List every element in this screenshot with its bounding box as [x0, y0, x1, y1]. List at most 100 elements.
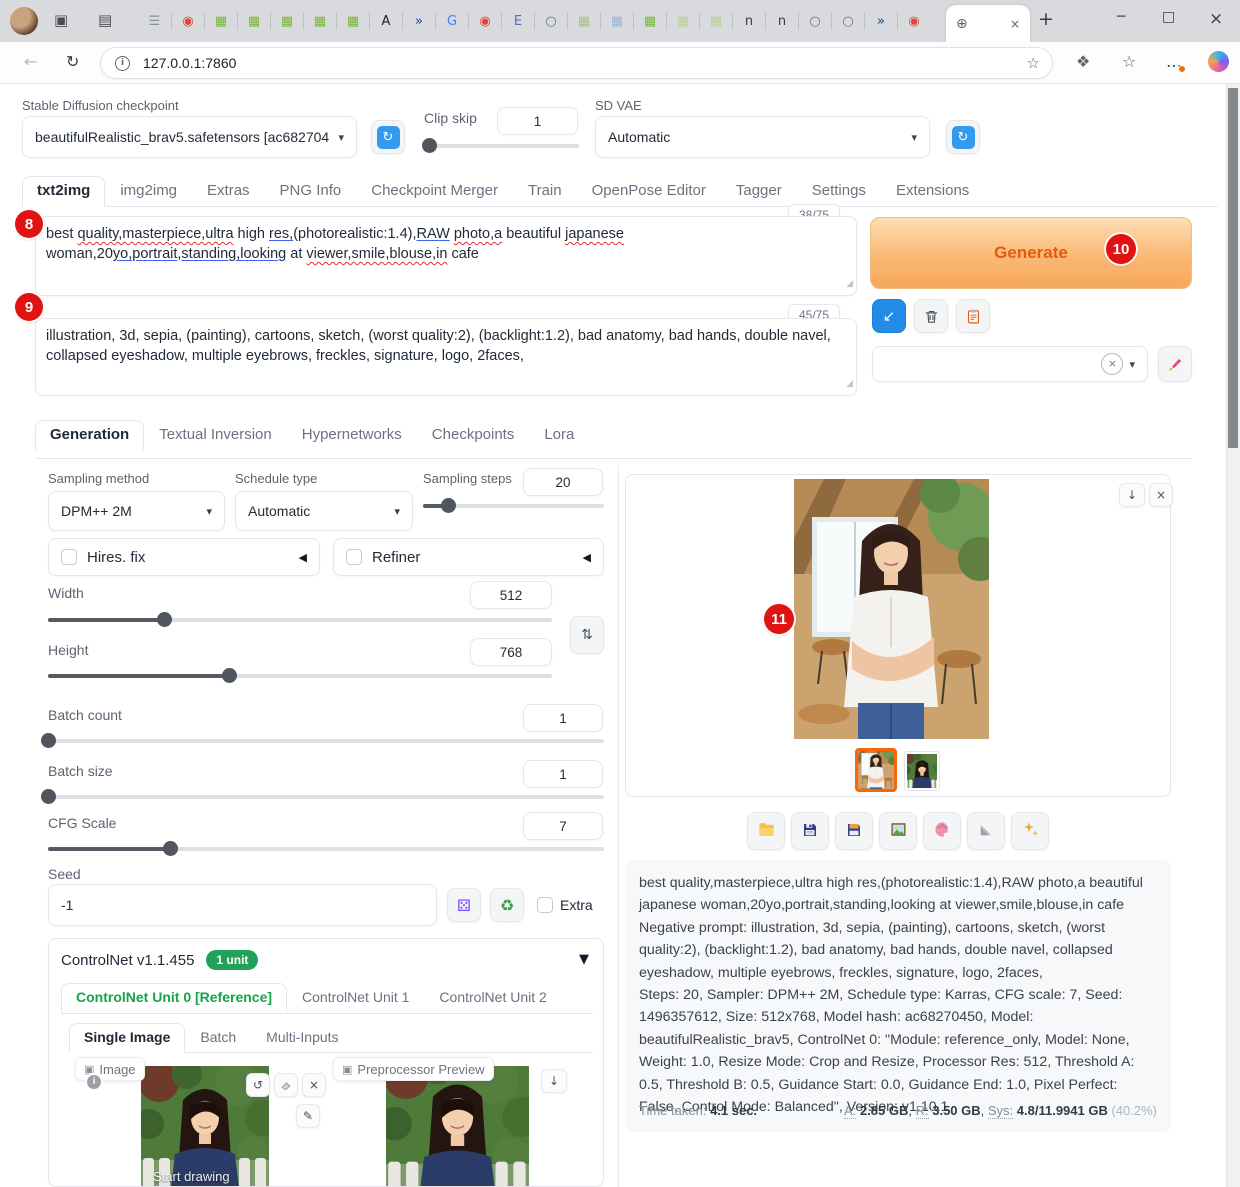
- close-tab-icon[interactable]: ×: [1010, 17, 1020, 31]
- batch-size-slider[interactable]: [48, 789, 604, 805]
- tab-multi-inputs[interactable]: Multi-Inputs: [251, 1023, 353, 1053]
- pinned-tab-favicon-16[interactable]: ▦: [666, 12, 699, 30]
- generated-image[interactable]: [794, 479, 989, 739]
- pinned-tab-favicon-21[interactable]: ○: [831, 12, 864, 30]
- pinned-tab-favicon-22[interactable]: »: [864, 12, 897, 30]
- tab-txt2img[interactable]: txt2img: [22, 176, 105, 207]
- slider-knob[interactable]: [222, 668, 237, 683]
- tab-controlnet-unit-1[interactable]: ControlNet Unit 1: [287, 983, 424, 1013]
- folder-button[interactable]: [747, 812, 785, 850]
- pinned-tab-favicon-8[interactable]: »: [402, 12, 435, 30]
- batch-count-slider[interactable]: [48, 733, 604, 749]
- workspaces-icon[interactable]: ▣: [54, 11, 68, 29]
- tab-checkpoint-merger[interactable]: Checkpoint Merger: [356, 176, 513, 207]
- pinned-tab-favicon-2[interactable]: ▦: [204, 12, 237, 30]
- width-slider[interactable]: [48, 612, 552, 628]
- prompt-textarea[interactable]: best quality,masterpiece,ultra high res,…: [35, 216, 857, 296]
- tab-batch[interactable]: Batch: [185, 1023, 251, 1053]
- erase-image-button[interactable]: [274, 1073, 298, 1097]
- read-parameters-button[interactable]: ↙: [872, 299, 906, 333]
- remove-image-button[interactable]: ×: [302, 1073, 326, 1097]
- undo-image-button[interactable]: ↺: [246, 1073, 270, 1097]
- sampling-method-dropdown[interactable]: DPM++ 2M▾: [48, 491, 225, 531]
- info-icon[interactable]: i: [85, 1073, 103, 1091]
- checkpoint-dropdown[interactable]: beautifulRealistic_brav5.safetensors [ac…: [22, 116, 357, 158]
- accordion-arrow-icon[interactable]: ◀: [299, 551, 307, 564]
- clip-skip-value[interactable]: 1: [497, 107, 578, 135]
- pinned-tab-favicon-11[interactable]: E: [501, 12, 534, 30]
- clip-skip-slider[interactable]: [424, 138, 579, 154]
- pinned-tab-favicon-3[interactable]: ▦: [237, 12, 270, 30]
- maximize-button[interactable]: □: [1162, 9, 1175, 25]
- pinned-tab-favicon-17[interactable]: ▦: [699, 12, 732, 30]
- gallery-thumbnail[interactable]: [904, 751, 940, 791]
- site-info-icon[interactable]: i: [115, 56, 130, 71]
- image-button[interactable]: [879, 812, 917, 850]
- pinned-tab-favicon-14[interactable]: ▦: [600, 12, 633, 30]
- cfg-scale-value[interactable]: 7: [523, 812, 603, 840]
- tab-controlnet-unit-2[interactable]: ControlNet Unit 2: [424, 983, 561, 1013]
- ruler-button[interactable]: [967, 812, 1005, 850]
- tab-lora[interactable]: Lora: [529, 420, 589, 451]
- swap-dimensions-button[interactable]: ⇅: [570, 616, 604, 654]
- clear-prompt-button[interactable]: [914, 299, 948, 333]
- tab-img2img[interactable]: img2img: [105, 176, 192, 207]
- pinned-tab-favicon-23[interactable]: ◉: [897, 12, 930, 30]
- hires-fix-panel[interactable]: Hires. fix ◀: [48, 538, 320, 576]
- split-screen-icon[interactable]: ❖: [1076, 52, 1090, 71]
- generate-button[interactable]: Generate: [870, 217, 1192, 289]
- pinned-tab-favicon-13[interactable]: ▦: [567, 12, 600, 30]
- tab-png-info[interactable]: PNG Info: [265, 176, 357, 207]
- clear-styles-icon[interactable]: ×: [1101, 353, 1123, 375]
- palette-button[interactable]: [923, 812, 961, 850]
- tab-settings[interactable]: Settings: [797, 176, 881, 207]
- close-gallery-button[interactable]: ×: [1149, 483, 1173, 507]
- url-text[interactable]: 127.0.0.1:7860: [143, 55, 236, 71]
- pinned-tab-favicon-10[interactable]: ◉: [468, 12, 501, 30]
- reuse-seed-button[interactable]: ♻: [490, 888, 524, 922]
- favorite-star-icon[interactable]: ☆: [1027, 54, 1040, 72]
- minimize-button[interactable]: ─: [1117, 9, 1125, 25]
- settings-menu-icon[interactable]: …: [1166, 52, 1183, 71]
- cfg-scale-slider[interactable]: [48, 841, 604, 857]
- height-slider[interactable]: [48, 668, 552, 684]
- pinned-tab-favicon-20[interactable]: ○: [798, 12, 831, 30]
- width-value[interactable]: 512: [470, 581, 552, 609]
- pinned-tab-favicon-15[interactable]: ▦: [633, 12, 666, 30]
- hires-fix-checkbox[interactable]: [61, 549, 77, 565]
- tab-tagger[interactable]: Tagger: [721, 176, 797, 207]
- pinned-tab-favicon-7[interactable]: A: [369, 12, 402, 30]
- download-preview-button[interactable]: ↓: [541, 1069, 567, 1093]
- styles-dropdown[interactable]: × ▾: [872, 346, 1148, 382]
- sparkles-button[interactable]: [1011, 812, 1049, 850]
- favorites-bar-icon[interactable]: ☆: [1122, 52, 1136, 71]
- extra-seed-checkbox[interactable]: [537, 897, 553, 913]
- close-window-button[interactable]: ×: [1209, 9, 1223, 29]
- refresh-vae-button[interactable]: ↻: [946, 120, 980, 154]
- url-bar[interactable]: i 127.0.0.1:7860 ☆: [100, 47, 1053, 79]
- pinned-tab-favicon-19[interactable]: n: [765, 12, 798, 30]
- page-scrollbar-thumb[interactable]: [1228, 88, 1238, 448]
- negative-prompt-textarea[interactable]: illustration, 3d, sepia, (painting), car…: [35, 318, 857, 396]
- random-seed-button[interactable]: ⚄: [447, 888, 481, 922]
- refiner-panel[interactable]: Refiner ◀: [333, 538, 604, 576]
- slider-knob[interactable]: [41, 733, 56, 748]
- tab-generation[interactable]: Generation: [35, 420, 144, 451]
- accordion-arrow-icon[interactable]: ◀: [583, 551, 591, 564]
- tab-checkpoints[interactable]: Checkpoints: [417, 420, 530, 451]
- save-zip-button[interactable]: [835, 812, 873, 850]
- save-button[interactable]: [791, 812, 829, 850]
- slider-knob[interactable]: [163, 841, 178, 856]
- schedule-type-dropdown[interactable]: Automatic▾: [235, 491, 413, 531]
- pinned-tab-favicon-6[interactable]: ▦: [336, 12, 369, 30]
- batch-count-value[interactable]: 1: [523, 704, 603, 732]
- new-tab-button[interactable]: +: [1038, 8, 1054, 30]
- sd-vae-dropdown[interactable]: Automatic▾: [595, 116, 930, 158]
- height-value[interactable]: 768: [470, 638, 552, 666]
- refiner-checkbox[interactable]: [346, 549, 362, 565]
- active-browser-tab[interactable]: ⊕ ×: [946, 5, 1030, 42]
- download-image-button[interactable]: ↓: [1119, 483, 1145, 507]
- copilot-icon[interactable]: [1208, 51, 1229, 72]
- pinned-tab-favicon-0[interactable]: ☰: [138, 12, 171, 30]
- pinned-tab-favicon-18[interactable]: n: [732, 12, 765, 30]
